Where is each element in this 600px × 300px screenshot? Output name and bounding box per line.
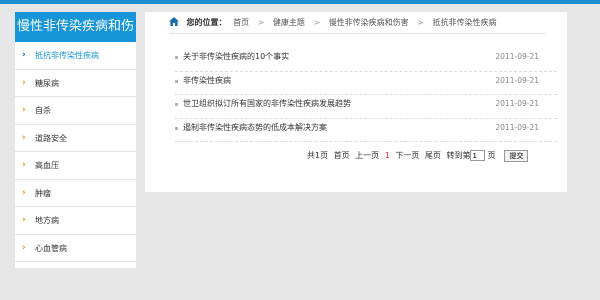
sidebar: 慢性非传染疾病和伤 › 抵抗非传染性疾病 › 糖尿病 › 自杀 › 道路安全 ›… [15, 12, 136, 268]
first-page-link[interactable]: 首页 [334, 151, 350, 160]
sidebar-item-ncd[interactable]: › 抵抗非传染性疾病 [15, 42, 136, 70]
article-date: 2011-09-21 [495, 75, 539, 85]
sidebar-title: 慢性非传染疾病和伤 [15, 12, 136, 42]
article-date: 2011-09-21 [495, 99, 539, 108]
prev-page-link[interactable]: 上一页 [355, 151, 379, 160]
bullet-icon [175, 56, 178, 59]
sidebar-item-diabetes[interactable]: › 糖尿病 [15, 70, 136, 97]
list-item: 关于非传染性疾病的10个事实 2011-09-21 [175, 48, 557, 72]
top-accent-bar [0, 0, 600, 4]
chevron-right-icon: › [22, 105, 26, 115]
breadcrumb: 您的位置： 首页 > 健康主题 > 慢性非传染疾病和伤害 > 抵抗非传染性疾病 [169, 12, 545, 34]
sidebar-item-label: 高血压 [35, 161, 59, 170]
article-list: 关于非传染性疾病的10个事实 2011-09-21 非传染性疾病 2011-09… [175, 48, 557, 142]
sidebar-item-hypertension[interactable]: › 高血压 [15, 152, 136, 180]
breadcrumb-separator-icon: > [417, 18, 424, 27]
article-link[interactable]: 非传染性疾病 [183, 72, 231, 90]
submit-button[interactable]: 提交 [504, 149, 529, 162]
sidebar-item-road-safety[interactable]: › 道路安全 [15, 125, 136, 152]
sidebar-item-label: 肿瘤 [35, 188, 51, 198]
article-link[interactable]: 遏制非传染性疾病态势的低成本解决方案 [183, 119, 327, 137]
page-number-input[interactable] [470, 150, 486, 161]
list-item: 遏制非传染性疾病态势的低成本解决方案 2011-09-21 [175, 119, 557, 142]
chevron-right-icon: › [22, 215, 26, 225]
breadcrumb-label: 您的位置： [186, 18, 227, 27]
bullet-icon [175, 79, 178, 83]
goto-label: 转到第 [446, 151, 471, 160]
breadcrumb-health-topics-link[interactable]: 健康主题 [273, 18, 305, 27]
breadcrumb-current[interactable]: 抵抗非传染性疾病 [432, 18, 496, 27]
breadcrumb-home-link[interactable]: 首页 [233, 18, 249, 27]
sidebar-item-label: 抵抗非传染性疾病 [35, 51, 99, 60]
list-item: 世卫组织拟订所有国家的非传染性疾病发展趋势 2011-09-21 [175, 95, 557, 119]
main-panel: 您的位置： 首页 > 健康主题 > 慢性非传染疾病和伤害 > 抵抗非传染性疾病 … [145, 12, 567, 192]
sidebar-item-endemic[interactable]: › 地方病 [15, 207, 136, 235]
last-page-link[interactable]: 尾页 [425, 151, 441, 160]
home-icon [169, 17, 179, 26]
bullet-icon [175, 126, 178, 130]
sidebar-item-label: 心血管病 [35, 243, 67, 253]
breadcrumb-separator-icon: > [257, 18, 265, 27]
page-total: 共1页 [307, 151, 329, 160]
sidebar-item-label: 道路安全 [35, 133, 67, 143]
article-link[interactable]: 世卫组织拟订所有国家的非传染性疾病发展趋势 [183, 95, 351, 113]
chevron-right-icon: › [22, 50, 26, 60]
chevron-right-icon: › [22, 187, 26, 198]
bullet-icon [175, 103, 178, 106]
sidebar-item-label: 糖尿病 [35, 78, 59, 88]
pagination: 共1页 首页 上一页 1 下一页 尾页 转到第 页提交 [307, 149, 529, 163]
article-date: 2011-09-21 [495, 122, 539, 132]
chevron-right-icon: › [22, 160, 26, 170]
list-item: 非传染性疾病 2011-09-21 [175, 72, 557, 95]
article-date: 2011-09-21 [495, 52, 539, 61]
sidebar-item-cardiovascular[interactable]: › 心血管病 [15, 235, 136, 262]
sidebar-item-label: 地方病 [35, 216, 59, 225]
chevron-right-icon: › [22, 242, 26, 253]
next-page-link[interactable]: 下一页 [395, 151, 419, 160]
article-link[interactable]: 关于非传染性疾病的10个事实 [183, 48, 289, 66]
chevron-right-icon: › [22, 132, 26, 143]
current-page-number: 1 [384, 151, 390, 160]
breadcrumb-category-link[interactable]: 慢性非传染疾病和伤害 [329, 18, 409, 27]
page-suffix: 页 [487, 151, 496, 160]
sidebar-item-suicide[interactable]: › 自杀 [15, 97, 136, 125]
sidebar-item-label: 自杀 [35, 106, 51, 115]
chevron-right-icon: › [22, 77, 26, 88]
sidebar-item-tumor[interactable]: › 肿瘤 [15, 180, 136, 207]
breadcrumb-separator-icon: > [313, 18, 321, 27]
